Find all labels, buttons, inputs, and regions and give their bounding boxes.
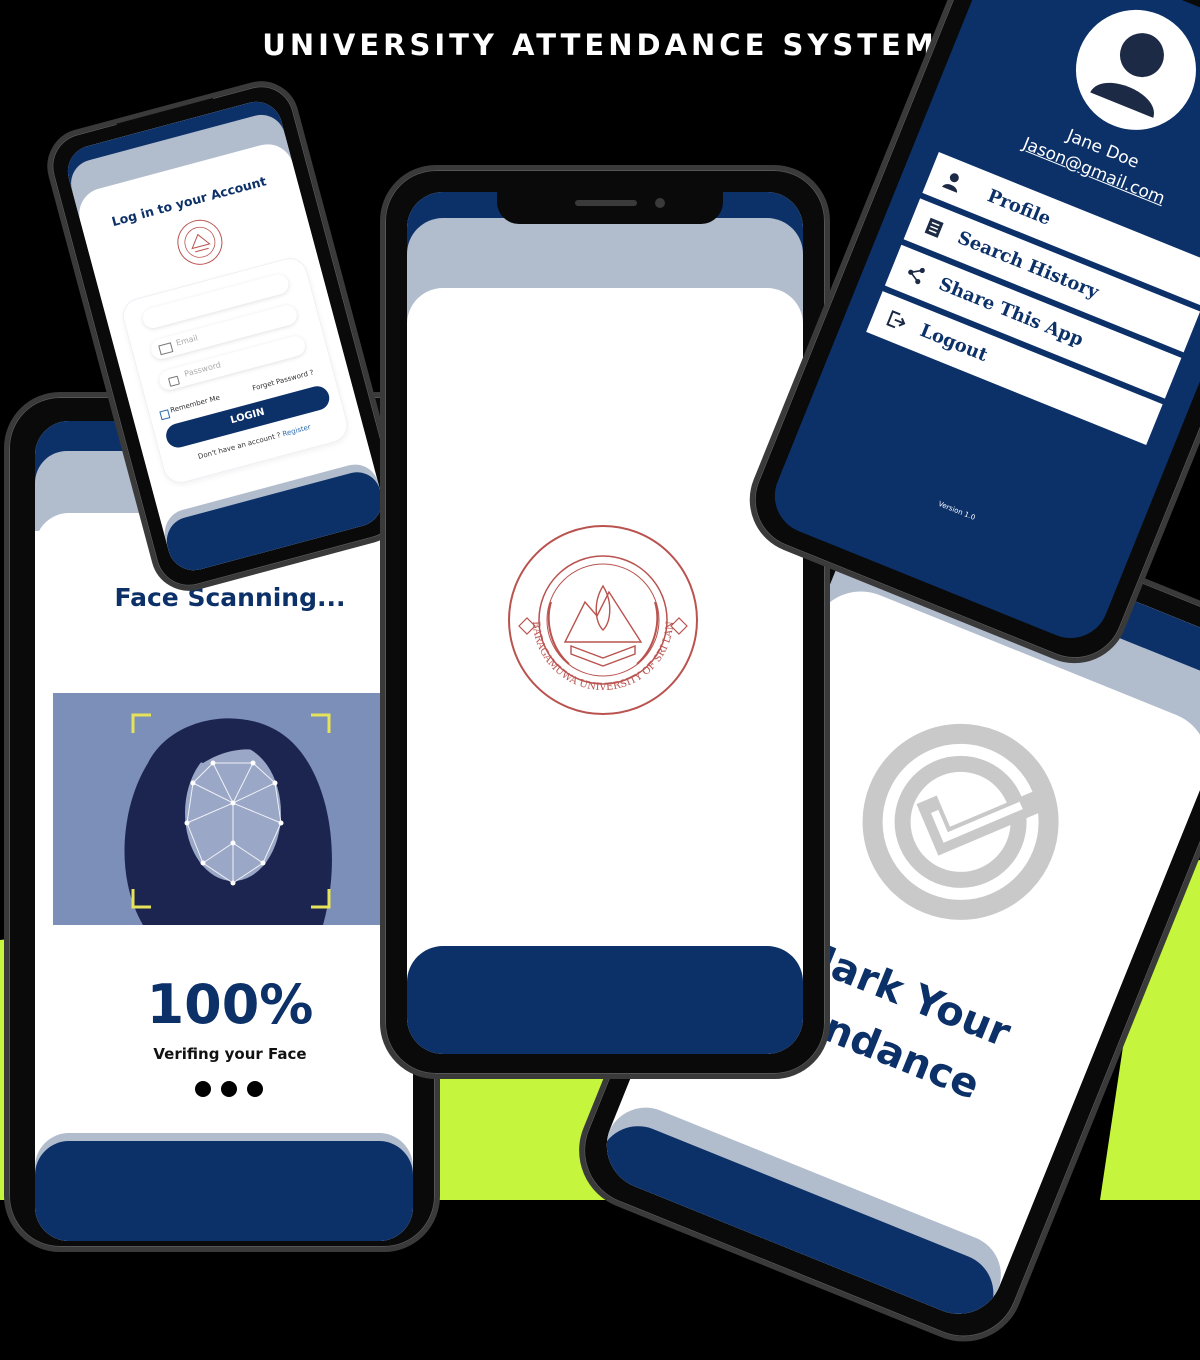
progress-dots: [195, 1081, 275, 1099]
avatar: [1057, 0, 1200, 149]
email-placeholder: Email: [175, 333, 199, 348]
face-scan-image: [53, 693, 401, 925]
person-icon: [942, 173, 959, 193]
remember-label: Remember Me: [169, 393, 221, 415]
scan-subtitle: Verifing your Face: [153, 1045, 307, 1063]
speaker-grille: [575, 200, 637, 206]
register-link[interactable]: Register: [282, 423, 312, 438]
progress-dot: [221, 1081, 237, 1097]
remember-checkbox[interactable]: [159, 409, 171, 421]
phone-notch: [497, 184, 723, 224]
progress-dot: [195, 1081, 211, 1097]
share-icon: [908, 267, 925, 285]
book-icon: [924, 217, 944, 238]
mail-icon: [158, 342, 174, 356]
splash-phone: SABARAGAMUWA UNIVERSITY OF SRI LANKA: [380, 165, 830, 1079]
progress-dot: [247, 1081, 263, 1097]
university-seal: SABARAGAMUWA UNIVERSITY OF SRI LANKA: [505, 522, 698, 715]
splash-screen: SABARAGAMUWA UNIVERSITY OF SRI LANKA: [407, 192, 803, 1054]
menu-label-logout: Logout: [917, 320, 991, 366]
password-placeholder: Password: [183, 360, 222, 379]
logout-icon: [886, 310, 906, 329]
lock-icon: [167, 375, 180, 387]
person-avatar-icon: [1090, 33, 1164, 118]
scan-title: Face Scanning...: [114, 583, 346, 612]
menu-label-profile: Profile: [984, 185, 1054, 230]
scan-percent: 100%: [146, 973, 314, 1036]
app-version: Version 1.0: [937, 499, 977, 522]
front-camera-icon: [655, 198, 665, 208]
